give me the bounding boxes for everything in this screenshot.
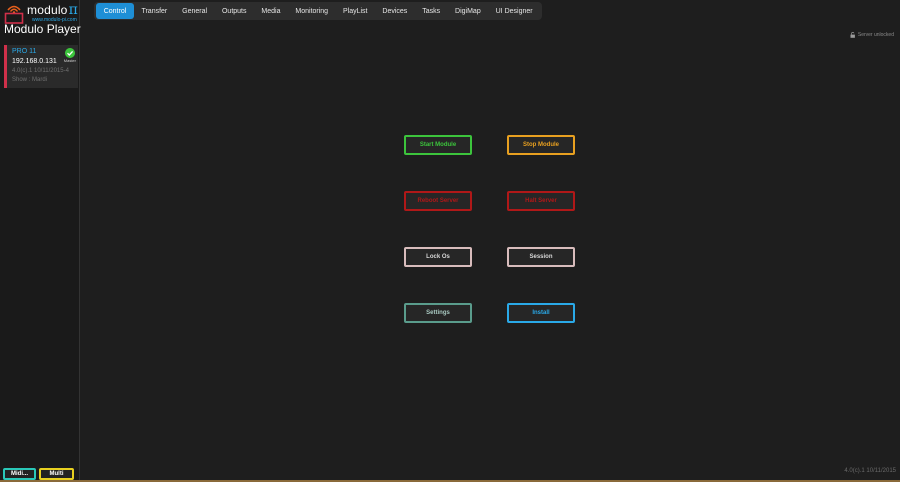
server-role: Master — [63, 58, 76, 63]
brand-name: moduloπ — [27, 2, 78, 18]
tab-control[interactable]: Control — [96, 3, 134, 19]
tab-digimap[interactable]: DigiMap — [448, 3, 489, 19]
start-module-button[interactable]: Start Module — [404, 135, 472, 155]
server-name: PRO 11 — [12, 48, 37, 55]
tab-tasks[interactable]: Tasks — [415, 3, 448, 19]
lock-status: Server unlocked — [850, 32, 894, 38]
modulo-logo-icon — [4, 5, 24, 24]
midi-button[interactable]: Midi... — [3, 468, 36, 480]
version-label: 4.0(c).1 10/11/2015 — [844, 468, 896, 474]
halt-server-button[interactable]: Halt Server — [507, 191, 575, 211]
lock-os-button[interactable]: Lock Os — [404, 247, 472, 267]
main-tabbar: Control Transfer General Outputs Media M… — [94, 2, 542, 20]
install-button[interactable]: Install — [507, 303, 575, 323]
lock-status-text: Server unlocked — [857, 32, 894, 38]
server-show: Show : Mardi — [12, 77, 48, 83]
unlock-icon — [850, 32, 855, 38]
tab-transfer[interactable]: Transfer — [134, 3, 175, 19]
sidebar: moduloπ www.modulo-pi.com Modulo Player … — [0, 0, 81, 482]
tab-devices[interactable]: Devices — [375, 3, 415, 19]
check-icon — [65, 48, 75, 58]
server-card[interactable]: PRO 11 192.168.0.131 4.0(c).1 10/11/2015… — [4, 45, 78, 88]
brand-logo: moduloπ www.modulo-pi.com — [3, 2, 79, 24]
settings-button[interactable]: Settings — [404, 303, 472, 323]
session-button[interactable]: Session — [507, 247, 575, 267]
server-ip: 192.168.0.131 — [12, 58, 57, 65]
tab-playlist[interactable]: PlayList — [336, 3, 375, 19]
server-version: 4.0(c).1 10/11/2015-4 — [12, 68, 69, 74]
tab-general[interactable]: General — [175, 3, 215, 19]
reboot-server-button[interactable]: Reboot Server — [404, 191, 472, 211]
tab-ui-designer[interactable]: UI Designer — [488, 3, 540, 19]
app-title: Modulo Player — [4, 22, 81, 36]
brand-pi: π — [68, 2, 78, 18]
multi-button[interactable]: Multi — [39, 468, 74, 480]
tab-outputs[interactable]: Outputs — [215, 3, 254, 19]
tab-monitoring[interactable]: Monitoring — [288, 3, 336, 19]
tab-media[interactable]: Media — [254, 3, 288, 19]
stop-module-button[interactable]: Stop Module — [507, 135, 575, 155]
